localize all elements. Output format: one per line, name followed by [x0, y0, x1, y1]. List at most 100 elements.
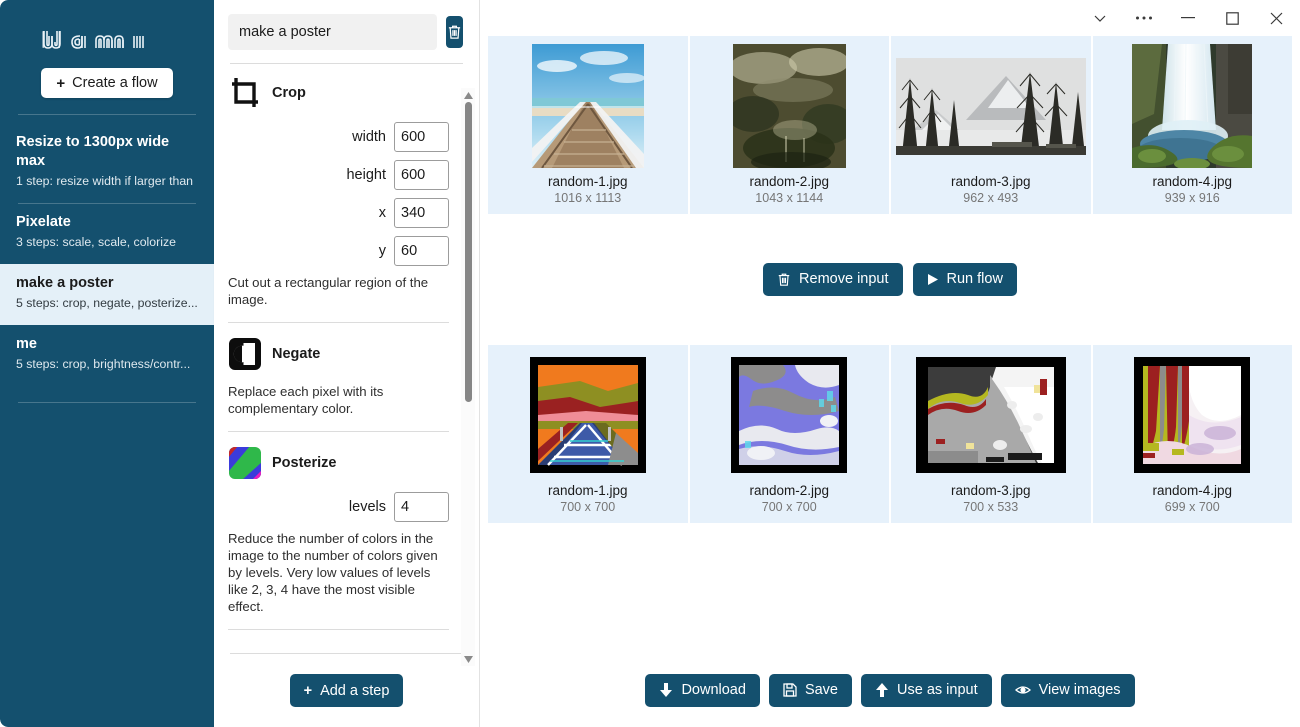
- image-dimensions: 700 x 533: [963, 499, 1019, 514]
- run-flow-button[interactable]: Run flow: [912, 262, 1017, 296]
- thumbnail: [531, 44, 644, 168]
- param-input-levels[interactable]: [394, 492, 449, 522]
- param-height: height: [228, 160, 449, 190]
- floppy-disk-icon: [783, 683, 797, 697]
- create-flow-button[interactable]: + Create a flow: [41, 68, 173, 98]
- sidebar-flow-me[interactable]: me 5 steps: crop, brightness/contr...: [0, 325, 214, 386]
- chevron-down-icon[interactable]: [1078, 1, 1122, 35]
- output-image-card-4[interactable]: random-4.jpg 699 x 700: [1092, 344, 1292, 523]
- app-window: + Create a flow Resize to 1300px wide ma…: [0, 0, 1300, 727]
- image-name: random-4.jpg: [1152, 482, 1233, 498]
- step-crop[interactable]: Crop width height x y: [228, 76, 449, 308]
- add-step-button[interactable]: + Add a step: [289, 674, 404, 707]
- scrollbar-track[interactable]: [461, 102, 475, 652]
- add-step-container: + Add a step: [230, 653, 463, 727]
- param-label: height: [346, 167, 386, 183]
- thumbnail: [529, 353, 646, 477]
- close-icon[interactable]: [1254, 1, 1298, 35]
- create-flow-label: Create a flow: [72, 75, 158, 91]
- image-name: random-1.jpg: [547, 482, 628, 498]
- flow-name-row: [214, 0, 479, 50]
- image-name: random-2.jpg: [749, 174, 830, 189]
- more-options-icon[interactable]: [1122, 1, 1166, 35]
- plus-icon: +: [303, 682, 313, 699]
- sidebar-flow-make-a-poster[interactable]: make a poster 5 steps: crop, negate, pos…: [0, 264, 214, 325]
- flow-title: Resize to 1300px wide max: [16, 134, 170, 169]
- crop-icon: [228, 76, 262, 110]
- save-button[interactable]: Save: [768, 673, 852, 707]
- image-name: random-2.jpg: [749, 482, 830, 498]
- scroll-down-arrow[interactable]: [461, 652, 475, 666]
- window-titlebar: [480, 0, 1300, 36]
- flow-subtitle: 5 steps: crop, negate, posterize...: [16, 296, 198, 310]
- scroll-up-arrow[interactable]: [461, 88, 475, 102]
- image-name: random-1.jpg: [547, 174, 628, 189]
- steps-scrollbar[interactable]: [461, 88, 475, 666]
- output-image-card-2[interactable]: random-2.jpg 700 x 700: [689, 344, 889, 523]
- output-image-strip: random-1.jpg 700 x 700 random-2.jpg 700 …: [480, 344, 1300, 523]
- main-spacer: [480, 523, 1300, 654]
- delete-flow-button[interactable]: [446, 16, 463, 48]
- remove-input-button[interactable]: Remove input: [763, 262, 903, 296]
- step-negate[interactable]: Negate Replace each pixel with its compl…: [228, 337, 449, 417]
- flow-list: Resize to 1300px wide max 1 step: resize…: [0, 123, 214, 403]
- step-name: Posterize: [272, 455, 337, 471]
- flow-name-input[interactable]: [228, 14, 437, 50]
- flow-title: me: [16, 336, 37, 352]
- scrollbar-thumb[interactable]: [465, 102, 472, 402]
- maximize-icon[interactable]: [1210, 1, 1254, 35]
- image-dimensions: 939 x 916: [1164, 191, 1220, 205]
- sidebar-flow-pixelate[interactable]: Pixelate 3 steps: scale, scale, colorize: [0, 203, 214, 264]
- step-name: Negate: [272, 346, 321, 362]
- play-icon: [927, 273, 939, 286]
- output-image-card-3[interactable]: random-3.jpg 700 x 533: [891, 344, 1091, 523]
- download-label: Download: [681, 682, 746, 698]
- param-input-x[interactable]: [394, 198, 449, 228]
- flow-editor-panel: Crop width height x y: [214, 0, 480, 727]
- negate-icon: [228, 337, 262, 371]
- param-input-height[interactable]: [394, 160, 449, 190]
- param-label: y: [378, 243, 386, 259]
- sidebar-divider: [18, 114, 196, 115]
- eye-icon: [1014, 684, 1031, 696]
- step-divider: [228, 322, 449, 323]
- sidebar-flow-resize[interactable]: Resize to 1300px wide max 1 step: resize…: [0, 123, 214, 203]
- input-image-card-3[interactable]: random-3.jpg 962 x 493: [891, 36, 1091, 214]
- image-dimensions: 699 x 700: [1164, 499, 1220, 514]
- step-header: Negate: [228, 337, 449, 371]
- posterize-icon: [228, 446, 262, 480]
- steps-list: Crop width height x y: [228, 64, 463, 630]
- use-as-input-button[interactable]: Use as input: [861, 673, 992, 707]
- param-width: width: [228, 122, 449, 152]
- param-levels: levels: [228, 492, 449, 522]
- download-button[interactable]: Download: [645, 673, 760, 707]
- steps-scroll-area[interactable]: Crop width height x y: [214, 64, 479, 653]
- param-input-width[interactable]: [394, 122, 449, 152]
- param-input-y[interactable]: [394, 236, 449, 266]
- remove-input-label: Remove input: [799, 271, 889, 288]
- flow-title: make a poster: [16, 275, 114, 291]
- minimize-icon[interactable]: [1166, 1, 1210, 35]
- view-images-label: View images: [1038, 682, 1121, 698]
- param-x: x: [228, 198, 449, 228]
- create-flow-container: + Create a flow: [0, 68, 214, 98]
- save-label: Save: [804, 682, 838, 698]
- use-as-input-label: Use as input: [897, 682, 978, 698]
- step-header: Crop: [228, 76, 449, 110]
- view-images-button[interactable]: View images: [1000, 673, 1135, 707]
- input-image-card-4[interactable]: random-4.jpg 939 x 916: [1092, 36, 1292, 214]
- image-dimensions: 700 x 700: [560, 499, 616, 514]
- output-image-card-1[interactable]: random-1.jpg 700 x 700: [488, 344, 688, 523]
- input-image-card-2[interactable]: random-2.jpg 1043 x 1144: [689, 36, 889, 214]
- thumbnail: [731, 353, 848, 477]
- input-image-strip: random-1.jpg 1016 x 1113 random-2.jpg 10…: [480, 36, 1300, 214]
- input-image-card-1[interactable]: random-1.jpg 1016 x 1113: [488, 36, 688, 214]
- step-posterize[interactable]: Posterize levels Reduce the number of co…: [228, 446, 449, 615]
- step-name: Crop: [272, 85, 306, 101]
- flow-subtitle: 5 steps: crop, brightness/contr...: [16, 357, 191, 371]
- flow-subtitle: 3 steps: scale, scale, colorize: [16, 235, 176, 249]
- trash-icon: [447, 24, 462, 40]
- step-description: Replace each pixel with its complementar…: [228, 384, 384, 416]
- image-dimensions: 962 x 493: [963, 191, 1019, 205]
- thumbnail: [1134, 353, 1251, 477]
